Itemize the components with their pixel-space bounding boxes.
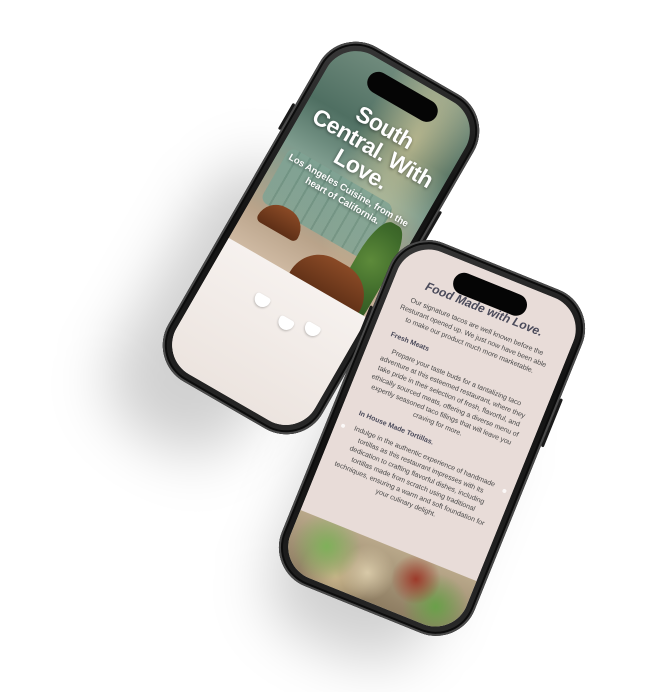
mockup-stage: South Central. With Love. Los Angeles Cu… bbox=[0, 0, 672, 692]
